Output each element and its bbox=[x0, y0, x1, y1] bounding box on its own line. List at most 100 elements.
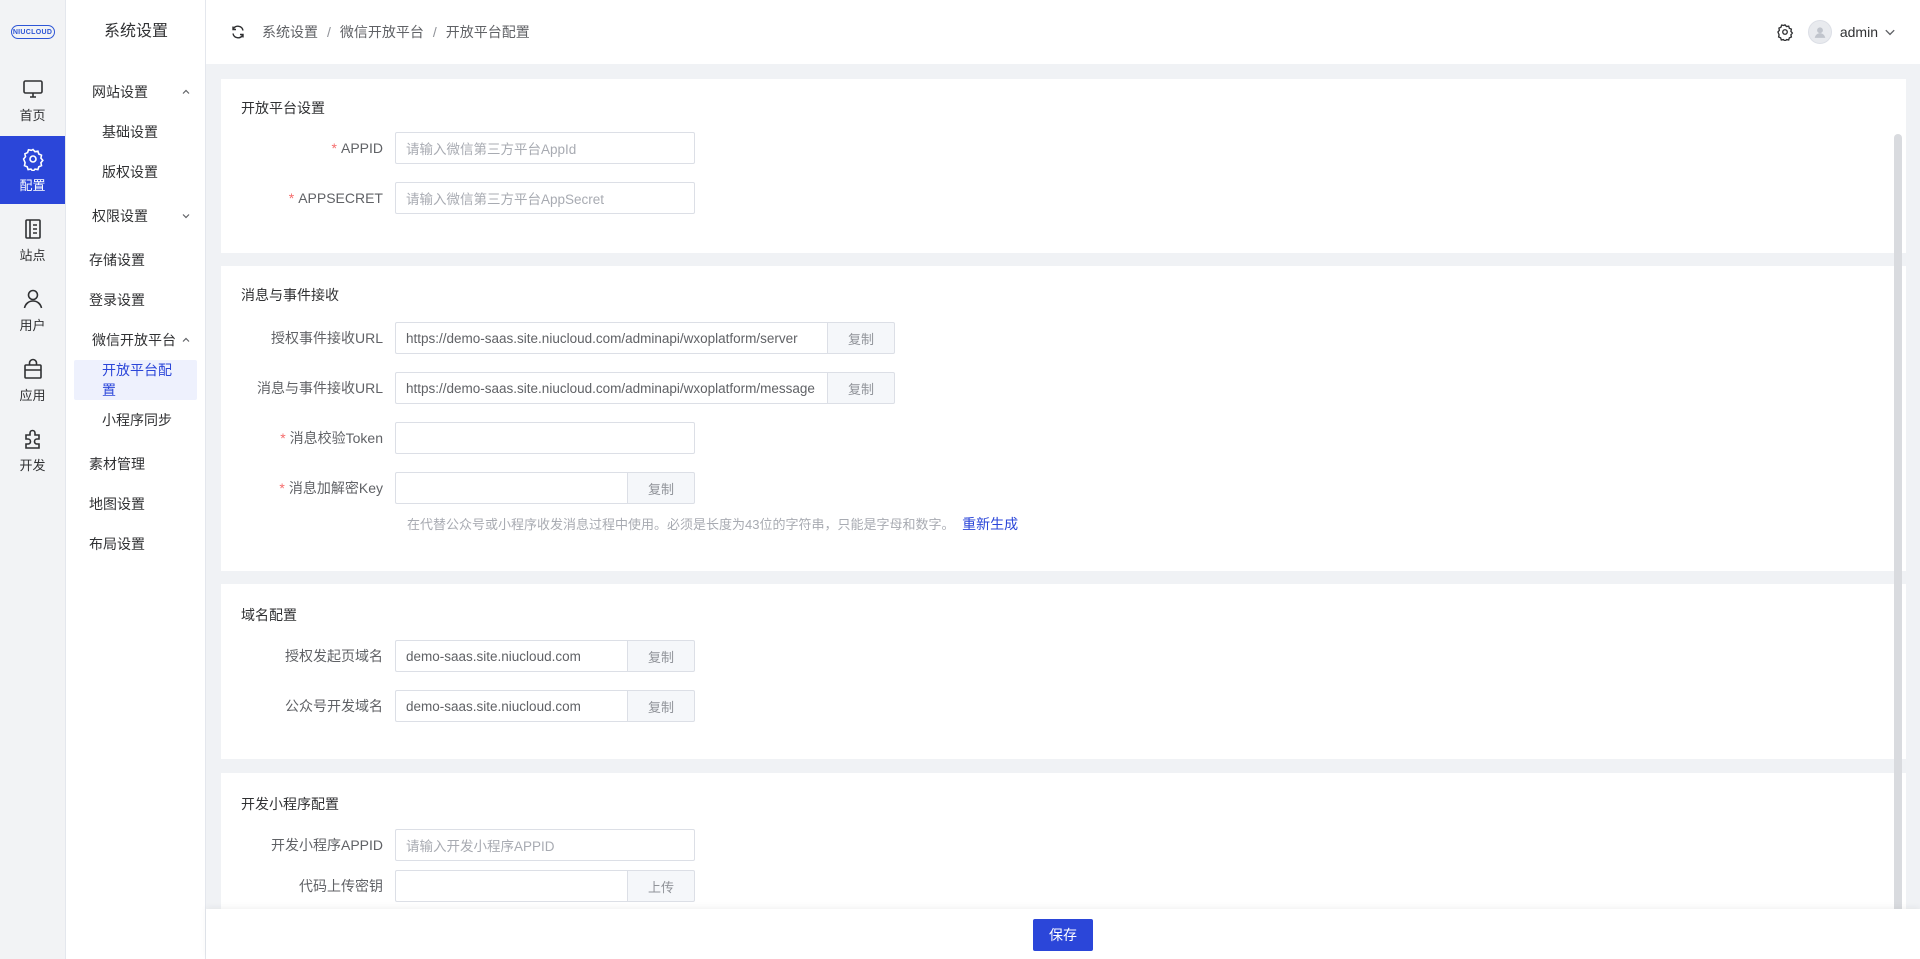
mp-domain-group: demo-saas.site.niucloud.com 复制 bbox=[395, 690, 695, 722]
save-button[interactable]: 保存 bbox=[1033, 919, 1093, 951]
menu-label: 权限设置 bbox=[92, 208, 148, 224]
rail-item-dev[interactable]: 开发 bbox=[0, 416, 65, 484]
submenu-title: 系统设置 bbox=[104, 23, 169, 40]
upload-button[interactable]: 上传 bbox=[627, 870, 695, 902]
breadcrumb: 系统设置 / 微信开放平台 / 开放平台配置 bbox=[262, 22, 530, 42]
menu-item-material[interactable]: 素材管理 bbox=[66, 444, 205, 484]
form-row-appsecret: * APPSECRET 请输入微信第三方平台AppSecret bbox=[221, 182, 695, 214]
menu-label: 版权设置 bbox=[102, 164, 158, 180]
regenerate-link[interactable]: 重新生成 bbox=[962, 516, 1018, 532]
rail-item-home[interactable]: 首页 bbox=[0, 66, 65, 134]
gear-icon bbox=[22, 148, 44, 171]
msg-url-group: https://demo-saas.site.niucloud.com/admi… bbox=[395, 372, 895, 404]
aes-key-input[interactable] bbox=[395, 472, 627, 504]
brand-logo[interactable]: NIUCLOUD bbox=[0, 0, 65, 64]
rail-item-config[interactable]: 配置 bbox=[0, 136, 65, 204]
form-row-msg-url: 消息与事件接收URL https://demo-saas.site.niuclo… bbox=[221, 372, 895, 404]
breadcrumb-item[interactable]: 系统设置 bbox=[262, 22, 318, 42]
aes-key-group: 复制 bbox=[395, 472, 695, 504]
field-label: 公众号开发域名 bbox=[285, 698, 383, 714]
avatar-user-icon bbox=[1814, 27, 1826, 38]
copy-button[interactable]: 复制 bbox=[627, 640, 695, 672]
required-star: * bbox=[331, 140, 337, 156]
footer-bar: 保存 bbox=[206, 909, 1920, 959]
form-row-aes-key: * 消息加解密Key 复制 bbox=[221, 472, 695, 504]
auth-url-input[interactable]: https://demo-saas.site.niucloud.com/admi… bbox=[395, 322, 827, 354]
menu-item-storage[interactable]: 存储设置 bbox=[66, 240, 205, 280]
breadcrumb-item[interactable]: 微信开放平台 bbox=[340, 22, 424, 42]
logo-mark: NIUCLOUD bbox=[10, 25, 55, 39]
label-text: APPSECRET bbox=[298, 190, 383, 206]
menu-label: 存储设置 bbox=[89, 252, 145, 268]
menu-group-permission[interactable]: 权限设置 bbox=[66, 196, 205, 236]
copy-button[interactable]: 复制 bbox=[827, 372, 895, 404]
section-title: 开放平台设置 bbox=[241, 100, 325, 116]
upload-key-input[interactable] bbox=[395, 870, 627, 902]
menu-label: 网站设置 bbox=[92, 84, 148, 100]
appsecret-input[interactable]: 请输入微信第三方平台AppSecret bbox=[395, 182, 695, 214]
menu-item-miniprogram-sync[interactable]: 小程序同步 bbox=[66, 400, 205, 440]
menu-item-open-platform-config[interactable]: 开放平台配置 bbox=[74, 360, 197, 400]
bag-icon bbox=[23, 358, 42, 379]
form-row-auth-domain: 授权发起页域名 demo-saas.site.niucloud.com 复制 bbox=[221, 640, 695, 672]
copy-button[interactable]: 复制 bbox=[627, 690, 695, 722]
menu-item-basic[interactable]: 基础设置 bbox=[66, 112, 205, 152]
settings-submenu: 系统设置 网站设置 基础设置 版权设置 权限设置 存储设置 登录设置 微信开放平… bbox=[66, 0, 206, 959]
scrollbar[interactable] bbox=[1894, 134, 1902, 944]
form-row-token: * 消息校验Token bbox=[221, 422, 695, 454]
field-label: 开发小程序APPID bbox=[270, 837, 383, 853]
label-text: 消息校验Token bbox=[289, 430, 383, 446]
section-title: 域名配置 bbox=[241, 607, 297, 623]
msg-url-input[interactable]: https://demo-saas.site.niucloud.com/admi… bbox=[395, 372, 827, 404]
section-title: 消息与事件接收 bbox=[241, 287, 339, 303]
mp-domain-input[interactable]: demo-saas.site.niucloud.com bbox=[395, 690, 627, 722]
puzzle-icon bbox=[24, 429, 40, 449]
rail-label: 开发 bbox=[19, 457, 46, 473]
auth-domain-input[interactable]: demo-saas.site.niucloud.com bbox=[395, 640, 627, 672]
field-label: * APPID bbox=[221, 140, 395, 156]
username[interactable]: admin bbox=[1840, 24, 1878, 40]
label-text: APPID bbox=[340, 140, 383, 156]
menu-label: 布局设置 bbox=[89, 536, 145, 552]
menu-item-copyright[interactable]: 版权设置 bbox=[66, 152, 205, 192]
rail-item-user[interactable]: 用户 bbox=[0, 276, 65, 344]
auth-url-group: https://demo-saas.site.niucloud.com/admi… bbox=[395, 322, 895, 354]
form-row-mp-domain: 公众号开发域名 demo-saas.site.niucloud.com 复制 bbox=[221, 690, 695, 722]
card-message-events: 消息与事件接收 授权事件接收URL https://demo-saas.site… bbox=[221, 266, 1906, 571]
card-domain: 域名配置 授权发起页域名 demo-saas.site.niucloud.com… bbox=[221, 584, 1906, 759]
refresh-icon[interactable] bbox=[230, 24, 246, 40]
menu-group-wechat-open[interactable]: 微信开放平台 bbox=[66, 320, 205, 360]
chevron-up-icon bbox=[182, 337, 190, 342]
chevron-up-icon bbox=[182, 89, 190, 94]
appid-input[interactable]: 请输入微信第三方平台AppId bbox=[395, 132, 695, 164]
avatar[interactable] bbox=[1807, 20, 1832, 44]
settings-gear-icon[interactable] bbox=[1776, 23, 1794, 41]
menu-item-login[interactable]: 登录设置 bbox=[66, 280, 205, 320]
token-input[interactable] bbox=[395, 422, 695, 454]
menu-label: 登录设置 bbox=[89, 292, 145, 308]
form-row-upload-key: 代码上传密钥 上传 bbox=[221, 870, 695, 902]
copy-button[interactable]: 复制 bbox=[627, 472, 695, 504]
rail-label: 首页 bbox=[19, 107, 46, 123]
mp-appid-input[interactable]: 请输入开发小程序APPID bbox=[395, 829, 695, 861]
rail-item-site[interactable]: 站点 bbox=[0, 206, 65, 274]
breadcrumb-separator: / bbox=[432, 24, 437, 40]
rail-label: 用户 bbox=[19, 317, 46, 333]
field-label: 授权事件接收URL bbox=[270, 330, 383, 346]
form-row-auth-url: 授权事件接收URL https://demo-saas.site.niuclou… bbox=[221, 322, 895, 354]
menu-item-map[interactable]: 地图设置 bbox=[66, 484, 205, 524]
document-icon bbox=[24, 218, 41, 239]
header-user-area: admin bbox=[1776, 0, 1896, 64]
menu-label: 微信开放平台 bbox=[92, 332, 176, 348]
user-icon bbox=[23, 289, 42, 308]
menu-item-layout[interactable]: 布局设置 bbox=[66, 524, 205, 564]
rail-item-app[interactable]: 应用 bbox=[0, 346, 65, 414]
chevron-down-icon[interactable] bbox=[1884, 26, 1896, 38]
rail-label: 配置 bbox=[19, 177, 46, 193]
top-header: 系统设置 / 微信开放平台 / 开放平台配置 admin bbox=[206, 0, 1920, 64]
rail-label: 站点 bbox=[19, 247, 46, 263]
copy-button[interactable]: 复制 bbox=[827, 322, 895, 354]
field-label: * APPSECRET bbox=[221, 190, 395, 206]
help-text: 在代替公众号或小程序收发消息过程中使用。必须是长度为43位的字符串，只能是字母和… bbox=[407, 517, 955, 532]
menu-group-website[interactable]: 网站设置 bbox=[66, 72, 205, 112]
